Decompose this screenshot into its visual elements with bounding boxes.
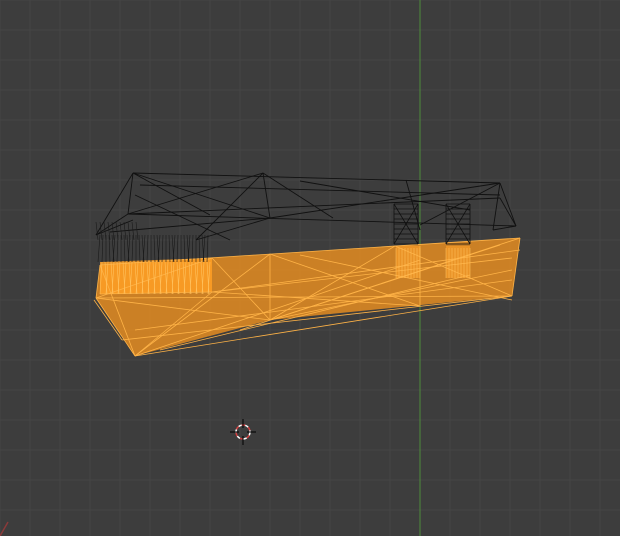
x-axis-line [0, 521, 9, 536]
viewport-canvas[interactable] [0, 0, 620, 536]
3d-cursor-icon[interactable] [230, 419, 256, 445]
3d-viewport[interactable] [0, 0, 620, 536]
lower-hull-mesh[interactable] [93, 237, 521, 357]
frame-wireframe [95, 172, 517, 241]
